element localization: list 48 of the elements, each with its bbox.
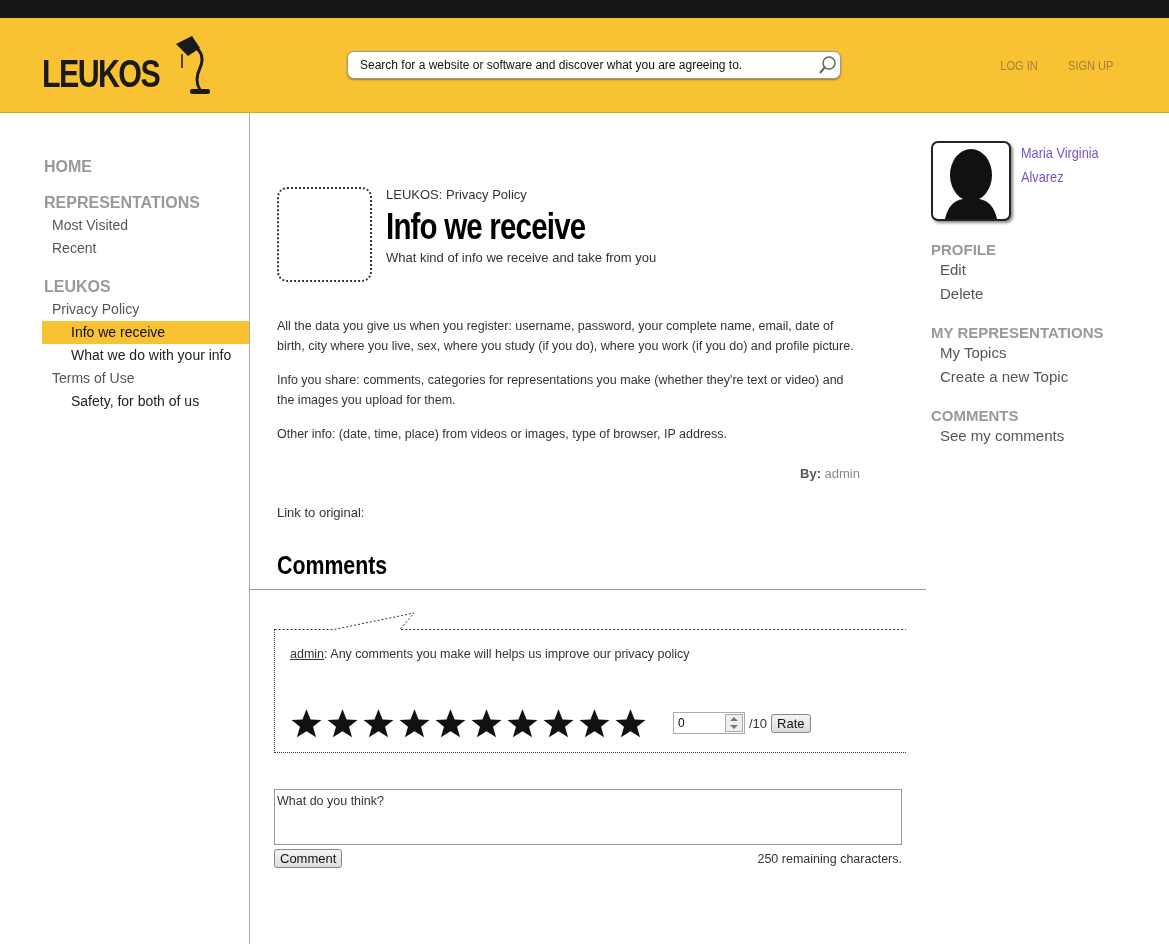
panel-link[interactable]: See my comments xyxy=(931,424,1169,448)
nav-item[interactable]: What we do with your info xyxy=(0,344,249,367)
user-name-link[interactable]: Maria Virginia Alvarez xyxy=(1021,141,1106,221)
panel-heading: COMMENTS xyxy=(931,407,1020,424)
page-subtitle: What kind of info we receive and take from you xyxy=(386,250,657,265)
comment-button[interactable]: Comment xyxy=(274,849,343,868)
paragraph: Info you share: comments, categories for representations you make (whether they're text or video) and the images you upload for them. xyxy=(277,372,845,409)
star-icon[interactable] xyxy=(578,708,611,738)
character-counter: 250 remaining characters. xyxy=(757,851,902,866)
star-icon[interactable] xyxy=(290,708,323,738)
star-icon[interactable] xyxy=(362,708,395,738)
star-rating[interactable] xyxy=(290,708,647,738)
panel-link[interactable]: Edit xyxy=(931,258,1169,282)
nav-item[interactable]: Most Visited xyxy=(0,214,249,237)
link-label: Link to original: xyxy=(277,505,366,520)
nav-item[interactable]: Privacy Policy xyxy=(0,298,249,321)
paragraph: All the data you give us when you register: username, password, your complete name, email, date of birth, city where you live, sex, where you study (if you do), where you work (if you do) and profile picture. xyxy=(277,318,855,355)
panel-heading: MY REPRESENTATIONS xyxy=(931,324,1105,341)
star-icon[interactable] xyxy=(542,708,575,738)
avatar-icon xyxy=(931,141,1011,221)
star-icon[interactable] xyxy=(398,708,431,738)
search-icon[interactable] xyxy=(818,55,838,75)
nav-item[interactable]: Info we receive xyxy=(42,321,249,344)
comment-field[interactable]: What do you think? xyxy=(274,789,902,845)
rate-button[interactable]: Rate xyxy=(771,713,811,733)
spinner-icon[interactable] xyxy=(725,714,743,732)
nav-item[interactable]: Recent xyxy=(0,237,249,260)
star-icon[interactable] xyxy=(506,708,539,738)
star-icon[interactable] xyxy=(434,708,467,738)
paragraph: Other info: (date, time, place) from videos or images, type of browser, IP address. xyxy=(277,426,728,443)
site-logo[interactable]: LEUKOS xyxy=(42,34,302,96)
search-field[interactable]: Search for a website or software and discover what you are agreeing to. xyxy=(347,51,841,79)
panel-heading: PROFILE xyxy=(931,241,997,258)
panel-link[interactable]: Delete xyxy=(931,282,1169,306)
rating-max: /10 xyxy=(749,715,768,731)
nav-item[interactable]: Terms of Use xyxy=(0,367,249,390)
panel-link[interactable]: My Topics xyxy=(931,341,1169,365)
star-icon[interactable] xyxy=(614,708,647,738)
star-icon[interactable] xyxy=(470,708,503,738)
byline: By: admin xyxy=(800,466,860,481)
nav-item[interactable]: Safety, for both of us xyxy=(0,390,249,413)
comment-text: admin: Any comments you make will helps us improve our privacy policy xyxy=(290,646,691,663)
page-title: Info we receive xyxy=(386,206,587,248)
panel-link[interactable]: Create a new Topic xyxy=(931,365,1169,389)
section-title: Comments xyxy=(277,550,388,581)
star-icon[interactable] xyxy=(326,708,359,738)
author-link[interactable]: admin xyxy=(290,647,325,661)
breadcrumb: LEUKOS: Privacy Policy xyxy=(386,187,528,202)
